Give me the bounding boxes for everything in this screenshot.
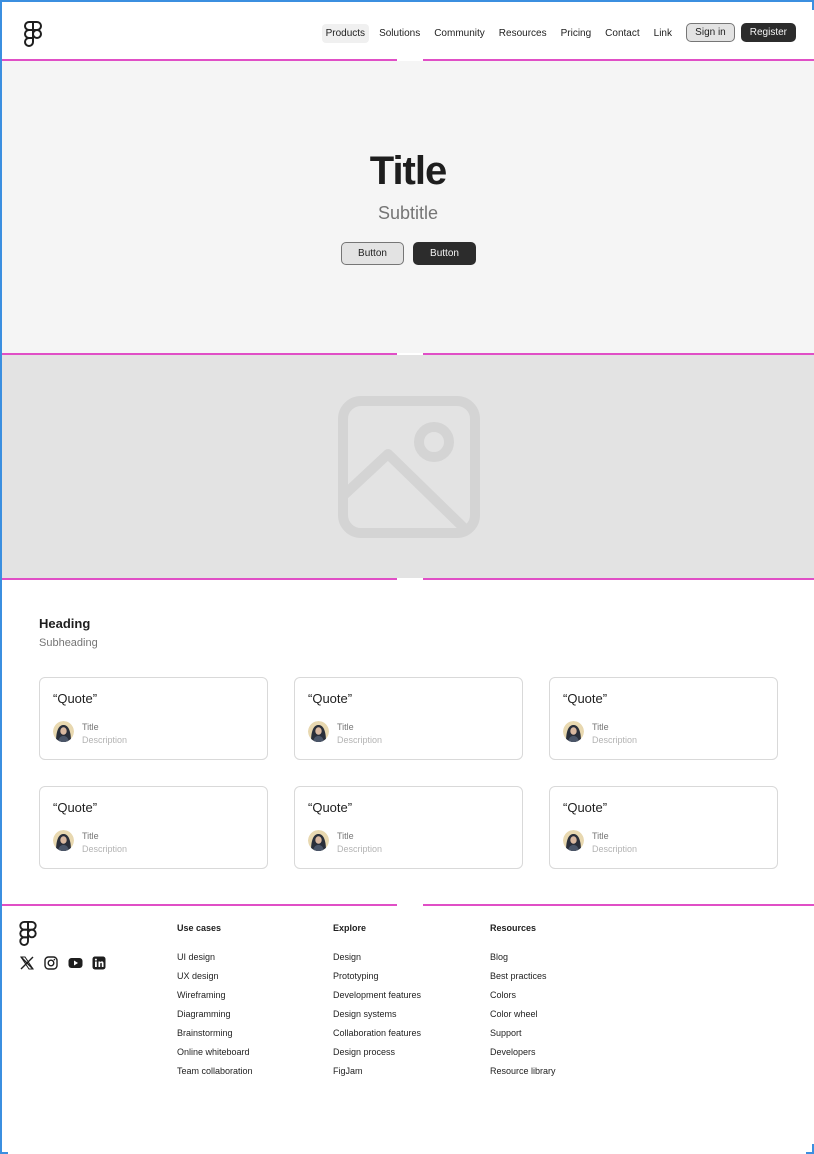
footer-link[interactable]: Brainstorming (177, 1027, 253, 1046)
footer-link[interactable]: Best practices (490, 970, 556, 989)
testimonial-quote: “Quote” (563, 800, 608, 815)
testimonial-description: Description (82, 844, 128, 854)
hero-buttons: Button Button (341, 242, 476, 265)
social-links (19, 955, 107, 971)
image-placeholder (2, 355, 814, 578)
section-divider (2, 578, 814, 580)
footer-link[interactable]: Collaboration features (333, 1027, 421, 1046)
footer-column-resources: Resources Blog Best practices Colors Col… (490, 923, 556, 1084)
testimonial-description: Description (592, 844, 638, 854)
nav-item-contact[interactable]: Contact (601, 24, 643, 43)
footer-link[interactable]: Online whiteboard (177, 1046, 253, 1065)
figma-logo-icon[interactable] (24, 21, 42, 47)
testimonial-description: Description (337, 735, 383, 745)
footer-link[interactable]: UI design (177, 951, 253, 970)
footer-link[interactable]: Colors (490, 989, 556, 1008)
hero-subtitle: Subtitle (377, 203, 439, 223)
main-nav: Products Solutions Community Resources P… (321, 24, 676, 43)
footer-link[interactable]: Color wheel (490, 1008, 556, 1027)
footer-link[interactable]: Design process (333, 1046, 421, 1065)
testimonial-quote: “Quote” (53, 800, 98, 815)
hero-primary-button[interactable]: Button (413, 242, 476, 265)
testimonial-card: “Quote” Title Description (39, 786, 268, 869)
footer-column-explore: Explore Design Prototyping Development f… (333, 923, 421, 1084)
avatar (308, 830, 329, 851)
nav-item-community[interactable]: Community (430, 24, 489, 43)
instagram-icon[interactable] (43, 955, 59, 971)
hero-title: Title (369, 149, 448, 193)
testimonial-quote: “Quote” (308, 800, 353, 815)
footer-link[interactable]: Design (333, 951, 421, 970)
nav-item-pricing[interactable]: Pricing (557, 24, 596, 43)
footer-column-title: Use cases (177, 923, 222, 933)
footer-link[interactable]: UX design (177, 970, 253, 989)
footer-link[interactable]: Wireframing (177, 989, 253, 1008)
footer-link[interactable]: Prototyping (333, 970, 421, 989)
x-icon[interactable] (19, 955, 35, 971)
testimonial-title: Title (337, 831, 354, 841)
footer-link[interactable]: Support (490, 1027, 556, 1046)
footer-link[interactable]: Team collaboration (177, 1065, 253, 1084)
footer-column-title: Resources (490, 923, 537, 933)
testimonial-card: “Quote” Title Description (294, 786, 523, 869)
testimonial-quote: “Quote” (563, 691, 608, 706)
nav-item-products[interactable]: Products (321, 24, 370, 43)
testimonial-card: “Quote” Title Description (39, 677, 268, 760)
footer-link[interactable]: Blog (490, 951, 556, 970)
avatar (308, 721, 329, 742)
testimonial-title: Title (82, 722, 99, 732)
register-button[interactable]: Register (740, 23, 796, 42)
frame-corner-bottom-left (0, 1144, 8, 1154)
hero-secondary-button[interactable]: Button (341, 242, 404, 265)
linkedin-icon[interactable] (91, 955, 107, 971)
image-placeholder-icon (338, 396, 480, 538)
auth-buttons: Sign in Register (686, 23, 796, 42)
testimonial-card: “Quote” Title Description (549, 677, 778, 760)
testimonial-card: “Quote” Title Description (294, 677, 523, 760)
testimonial-description: Description (592, 735, 638, 745)
footer-link[interactable]: Development features (333, 989, 421, 1008)
testimonial-quote: “Quote” (53, 691, 98, 706)
testimonial-quote: “Quote” (308, 691, 353, 706)
footer-link[interactable]: Design systems (333, 1008, 421, 1027)
testimonial-title: Title (82, 831, 99, 841)
avatar (53, 721, 74, 742)
avatar (53, 830, 74, 851)
footer-link[interactable]: FigJam (333, 1065, 421, 1084)
frame-corner-bottom-right (806, 1144, 814, 1154)
footer-column-use-cases: Use cases UI design UX design Wireframin… (177, 923, 253, 1084)
avatar (563, 721, 584, 742)
testimonial-title: Title (592, 722, 609, 732)
figma-logo-icon[interactable] (19, 921, 37, 946)
footer-link[interactable]: Resource library (490, 1065, 556, 1084)
site-header: Products Solutions Community Resources P… (2, 2, 814, 59)
testimonial-title: Title (337, 722, 354, 732)
testimonial-title: Title (592, 831, 609, 841)
footer-column-title: Explore (333, 923, 367, 933)
nav-item-solutions[interactable]: Solutions (375, 24, 424, 43)
hero-section: Title Subtitle Button Button (2, 61, 814, 353)
section-heading: Heading (39, 616, 91, 631)
testimonial-card: “Quote” Title Description (549, 786, 778, 869)
avatar (563, 830, 584, 851)
section-divider (2, 904, 814, 906)
testimonial-description: Description (337, 844, 383, 854)
nav-item-resources[interactable]: Resources (495, 24, 551, 43)
youtube-icon[interactable] (67, 955, 83, 971)
testimonial-description: Description (82, 735, 128, 745)
nav-item-link[interactable]: Link (650, 24, 676, 43)
footer-link[interactable]: Developers (490, 1046, 556, 1065)
footer-link[interactable]: Diagramming (177, 1008, 253, 1027)
section-subheading: Subheading (39, 637, 98, 649)
sign-in-button[interactable]: Sign in (686, 23, 735, 42)
